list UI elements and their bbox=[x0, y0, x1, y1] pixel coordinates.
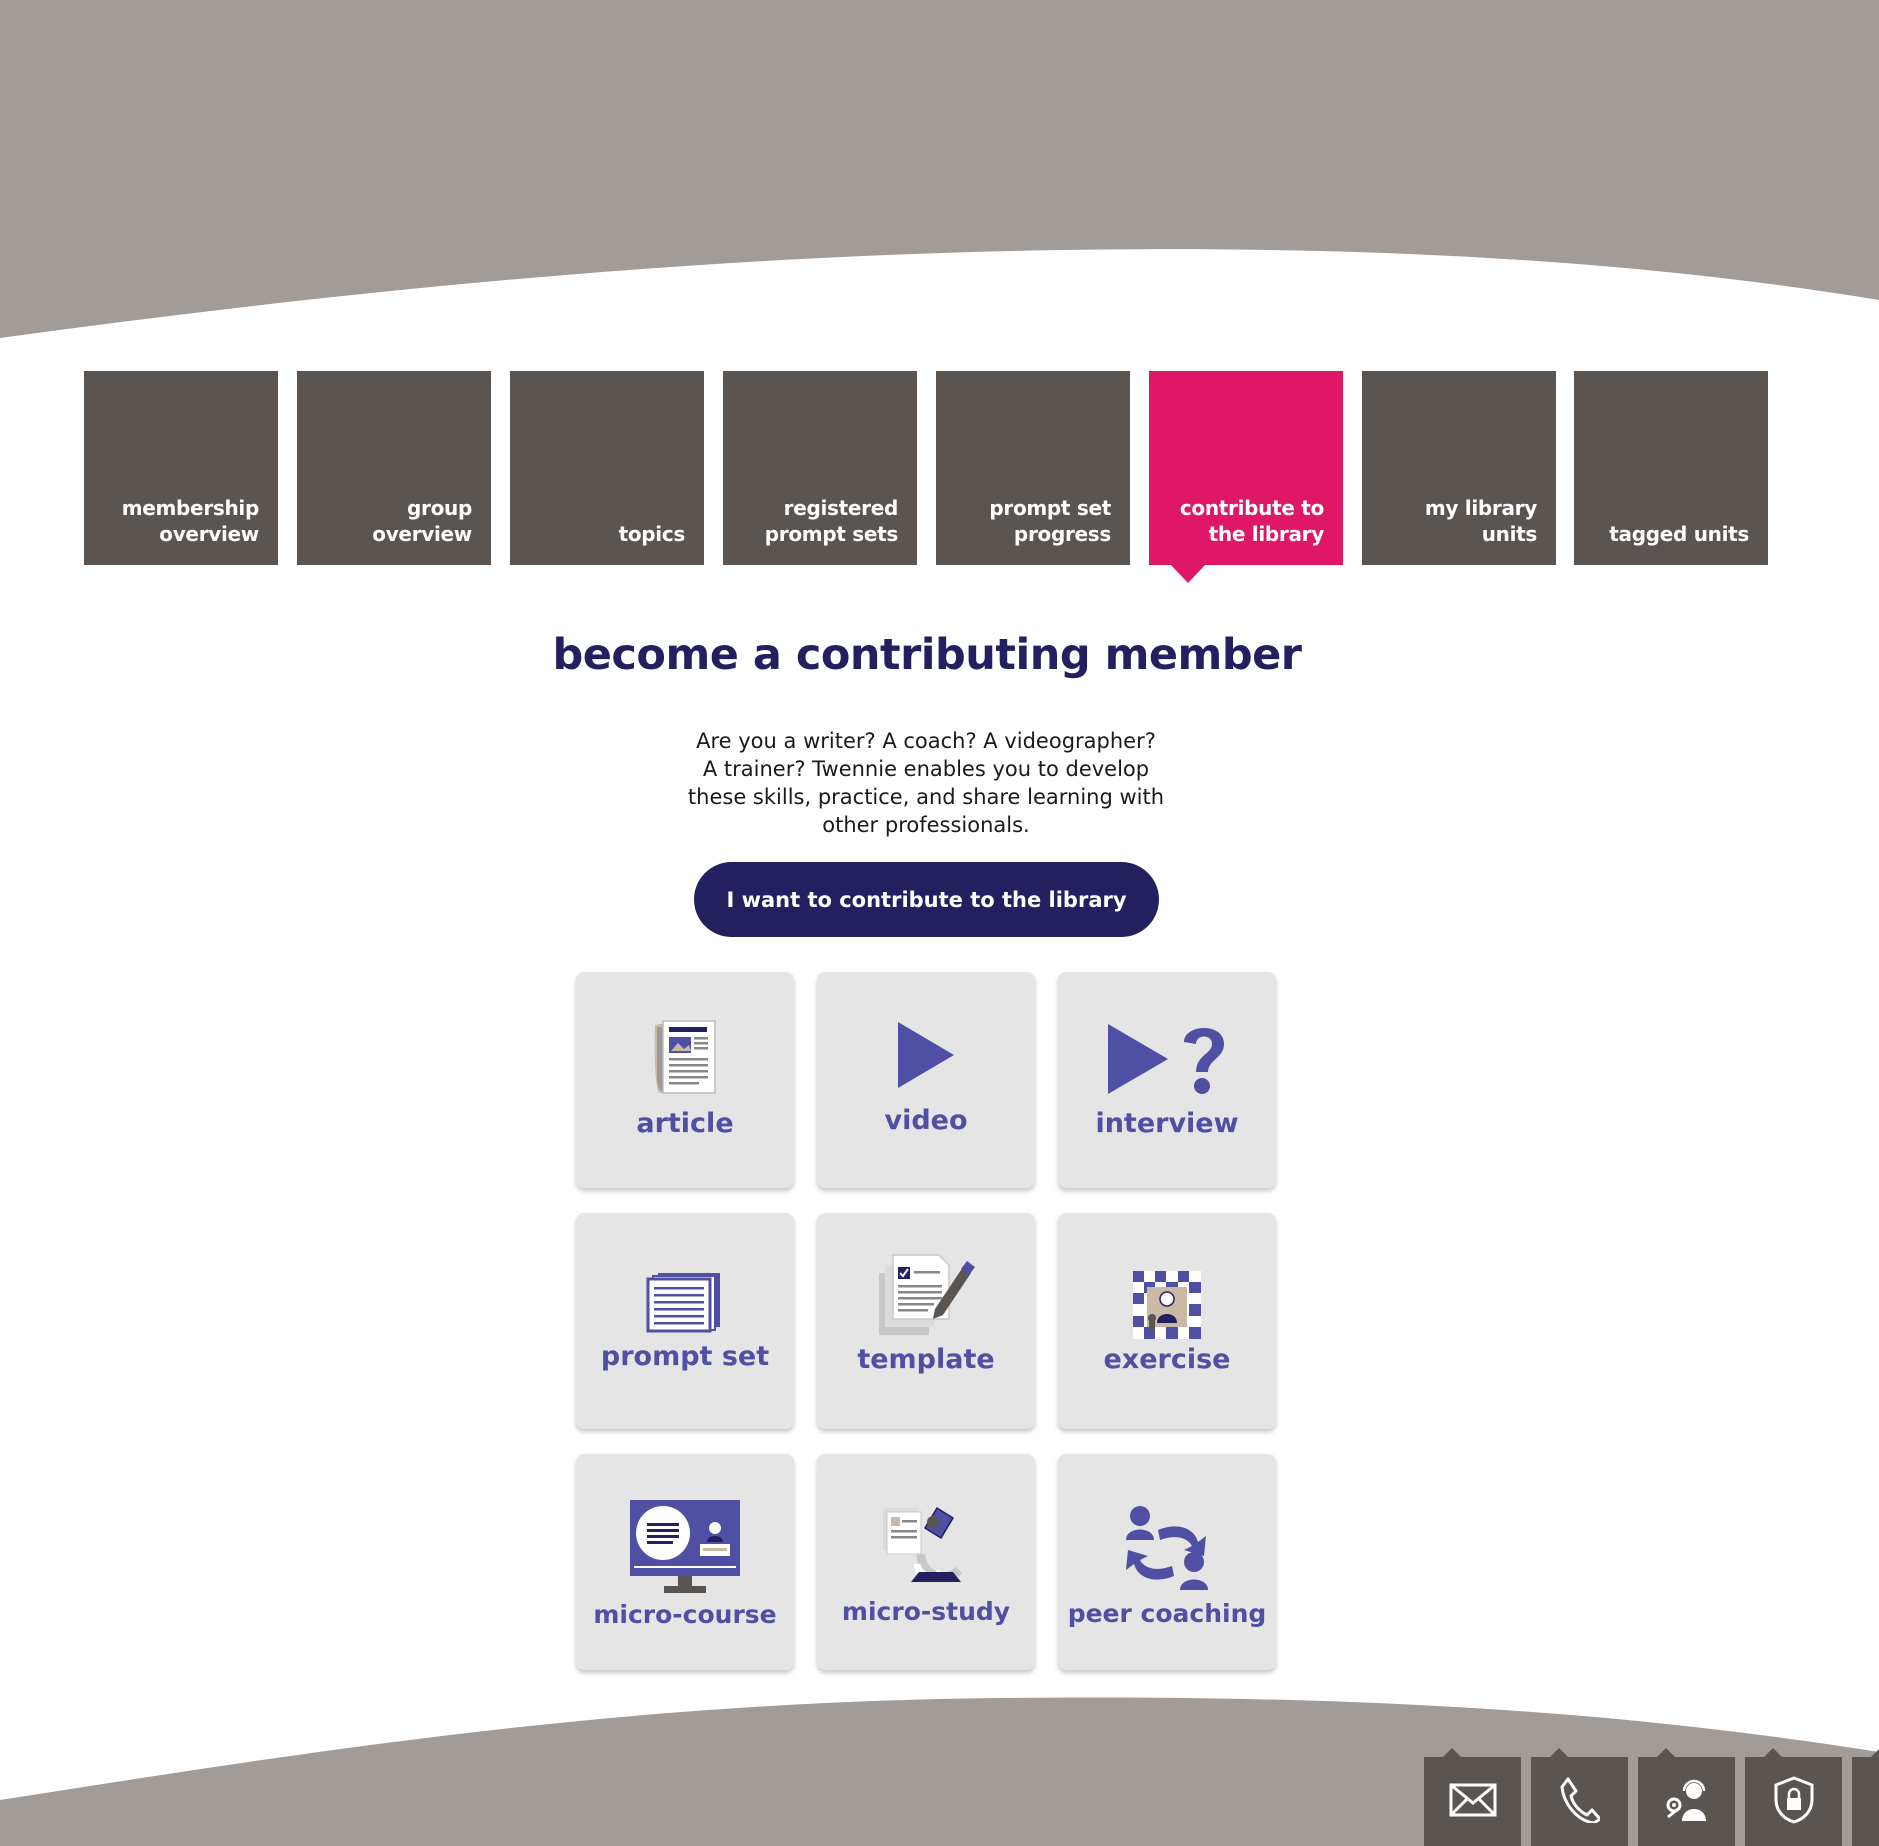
content-type-grid: article video interview prompt set templ… bbox=[576, 972, 1276, 1672]
newspaper-icon bbox=[576, 1015, 794, 1095]
card-label: exercise bbox=[1103, 1344, 1231, 1375]
tab-label: the library bbox=[1208, 522, 1325, 546]
card-prompt-set[interactable]: prompt set bbox=[576, 1213, 794, 1429]
active-tab-pointer bbox=[1170, 564, 1206, 583]
contact-mail-button[interactable] bbox=[1424, 1748, 1521, 1846]
tab-label: registered bbox=[783, 496, 899, 520]
tab-label: prompt sets bbox=[764, 522, 899, 546]
card-video[interactable]: video bbox=[817, 972, 1035, 1188]
button-notch bbox=[1656, 1748, 1676, 1758]
document-pen-icon bbox=[817, 1253, 1035, 1337]
card-label: micro-study bbox=[841, 1597, 1011, 1626]
tab-label: prompt set bbox=[989, 496, 1111, 520]
tab-label: group bbox=[407, 496, 472, 520]
tab-label: overview bbox=[159, 522, 259, 546]
card-exercise[interactable]: exercise bbox=[1058, 1213, 1276, 1429]
tab-label: overview bbox=[372, 522, 472, 546]
section-tabs: membership overview group overview topics … bbox=[84, 371, 1774, 565]
utility-bar bbox=[1424, 1748, 1879, 1846]
contact-phone-button[interactable] bbox=[1531, 1748, 1628, 1846]
tab-label: membership bbox=[121, 496, 260, 520]
tab-label: topics bbox=[618, 522, 686, 546]
contribute-button[interactable]: I want to contribute to the library bbox=[694, 862, 1159, 937]
tab-topics[interactable]: topics bbox=[510, 371, 704, 565]
people-exchange-icon bbox=[1058, 1504, 1276, 1594]
button-notch bbox=[1442, 1748, 1462, 1758]
intro-line: other professionals. bbox=[822, 813, 1030, 837]
card-label: article bbox=[636, 1108, 734, 1139]
microscope-icon bbox=[817, 1506, 1035, 1588]
tab-label: progress bbox=[1013, 522, 1111, 546]
tab-label: contribute to bbox=[1179, 496, 1324, 520]
card-label: video bbox=[884, 1105, 968, 1136]
phone-icon bbox=[1560, 1777, 1601, 1827]
support-button[interactable] bbox=[1638, 1748, 1735, 1846]
tab-registered-prompt-sets[interactable]: registered prompt sets bbox=[723, 371, 917, 565]
intro-text: Are you a writer? A coach? A videographe… bbox=[686, 727, 1166, 839]
button-notch bbox=[1870, 1748, 1879, 1758]
play-question-icon bbox=[1058, 1022, 1276, 1096]
tab-contribute-to-the-library[interactable]: contribute to the library bbox=[1149, 371, 1343, 565]
shield-lock-icon bbox=[1773, 1775, 1815, 1828]
tab-label: tagged units bbox=[1609, 522, 1749, 546]
card-peer-coaching[interactable]: peer coaching bbox=[1058, 1454, 1276, 1670]
card-label: micro-course bbox=[593, 1600, 777, 1629]
page-title: become a contributing member bbox=[552, 630, 1302, 680]
card-interview[interactable]: interview bbox=[1058, 972, 1276, 1188]
mail-icon bbox=[1449, 1783, 1497, 1821]
button-notch bbox=[1549, 1748, 1569, 1758]
card-article[interactable]: article bbox=[576, 972, 794, 1188]
tab-my-library-units[interactable]: my library units bbox=[1362, 371, 1556, 565]
stacked-pages-icon bbox=[576, 1271, 794, 1333]
card-label: prompt set bbox=[600, 1341, 770, 1372]
play-icon bbox=[817, 1022, 1035, 1088]
button-notch bbox=[1763, 1748, 1783, 1758]
privacy-button[interactable] bbox=[1745, 1748, 1842, 1846]
tab-prompt-set-progress[interactable]: prompt set progress bbox=[936, 371, 1130, 565]
tab-membership-overview[interactable]: membership overview bbox=[84, 371, 278, 565]
card-micro-course[interactable]: micro-course bbox=[576, 1454, 794, 1670]
extra-utility-button[interactable] bbox=[1852, 1748, 1879, 1846]
card-micro-study[interactable]: micro-study bbox=[817, 1454, 1035, 1670]
card-template[interactable]: template bbox=[817, 1213, 1035, 1429]
chessboard-icon bbox=[1058, 1271, 1276, 1339]
card-label: template bbox=[857, 1344, 995, 1375]
tab-label: units bbox=[1481, 522, 1538, 546]
intro-line: A trainer? Twennie enables you to develo… bbox=[702, 757, 1150, 781]
card-label: interview bbox=[1095, 1108, 1239, 1139]
card-label: peer coaching bbox=[1067, 1599, 1267, 1628]
header-wave bbox=[0, 0, 1879, 338]
monitor-presentation-icon bbox=[576, 1498, 794, 1596]
support-agent-icon bbox=[1662, 1777, 1712, 1827]
tab-label: my library bbox=[1424, 496, 1537, 520]
tab-tagged-units[interactable]: tagged units bbox=[1574, 371, 1768, 565]
intro-line: these skills, practice, and share learni… bbox=[687, 785, 1165, 809]
intro-line: Are you a writer? A coach? A videographe… bbox=[696, 729, 1156, 753]
tab-group-overview[interactable]: group overview bbox=[297, 371, 491, 565]
